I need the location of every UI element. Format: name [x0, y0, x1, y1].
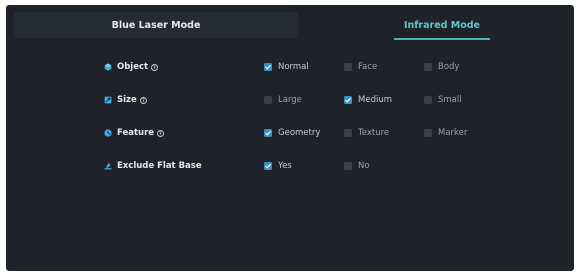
svg-text:?: ?: [153, 65, 156, 71]
object-face-checkbox[interactable]: Face: [344, 58, 377, 76]
checkbox-unchecked-icon: [344, 63, 352, 71]
size-icon: [104, 96, 112, 104]
object-label: Object: [117, 62, 149, 72]
exclude-flat-base-row: Exclude Flat Base Yes No: [6, 157, 574, 175]
svg-text:?: ?: [159, 131, 162, 137]
checkbox-checked-icon: [264, 129, 272, 137]
size-row: Size ? Large Medium Small: [6, 91, 574, 109]
svg-text:?: ?: [142, 98, 145, 104]
size-label: Size: [117, 95, 137, 105]
active-tab-indicator: [394, 38, 490, 40]
checkbox-checked-icon: [264, 63, 272, 71]
help-icon[interactable]: ?: [139, 96, 147, 104]
checkbox-unchecked-icon: [424, 129, 432, 137]
checkbox-unchecked-icon: [344, 162, 352, 170]
cube-icon: [104, 63, 112, 71]
exclude-flat-base-yes-checkbox[interactable]: Yes: [264, 157, 292, 175]
checkbox-unchecked-icon: [344, 129, 352, 137]
checkbox-unchecked-icon: [424, 96, 432, 104]
object-row: Object ? Normal Face Body: [6, 58, 574, 76]
checkbox-unchecked-icon: [264, 96, 272, 104]
feature-texture-checkbox[interactable]: Texture: [344, 124, 389, 142]
exclude-flat-base-label: Exclude Flat Base: [117, 161, 202, 171]
tab-infrared-mode[interactable]: Infrared Mode: [394, 12, 490, 38]
tab-blue-laser-mode[interactable]: Blue Laser Mode: [14, 12, 298, 38]
feature-row: Feature ? Geometry Texture Marker: [6, 124, 574, 142]
object-body-checkbox[interactable]: Body: [424, 58, 459, 76]
feature-label: Feature: [117, 128, 155, 138]
size-medium-checkbox[interactable]: Medium: [344, 91, 392, 109]
flat-base-icon: [104, 162, 112, 170]
size-small-checkbox[interactable]: Small: [424, 91, 462, 109]
feature-icon: [104, 129, 112, 137]
size-large-checkbox[interactable]: Large: [264, 91, 302, 109]
checkbox-unchecked-icon: [424, 63, 432, 71]
feature-geometry-checkbox[interactable]: Geometry: [264, 124, 320, 142]
help-icon[interactable]: ?: [157, 129, 164, 137]
mode-tabs: Blue Laser Mode Infrared Mode: [6, 5, 574, 40]
feature-marker-checkbox[interactable]: Marker: [424, 124, 467, 142]
exclude-flat-base-no-checkbox[interactable]: No: [344, 157, 370, 175]
checkbox-checked-icon: [344, 96, 352, 104]
checkbox-checked-icon: [264, 162, 272, 170]
object-normal-checkbox[interactable]: Normal: [264, 58, 309, 76]
help-icon[interactable]: ?: [151, 63, 159, 71]
scan-settings-panel: Blue Laser Mode Infrared Mode Object ? N…: [6, 5, 574, 271]
